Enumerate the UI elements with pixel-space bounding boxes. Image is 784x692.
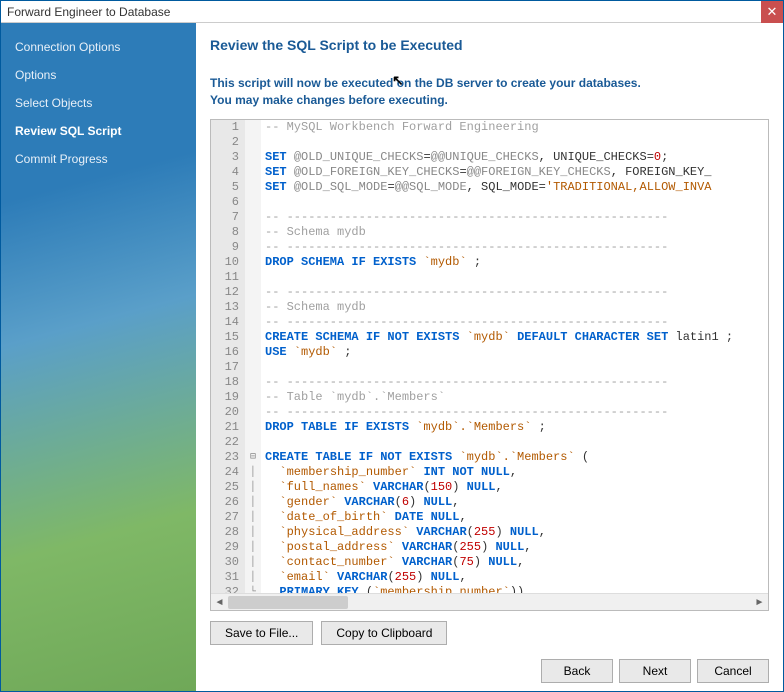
cancel-button[interactable]: Cancel: [697, 659, 769, 683]
code-line[interactable]: CREATE SCHEMA IF NOT EXISTS `mydb` DEFAU…: [265, 330, 768, 345]
scroll-track[interactable]: [228, 594, 751, 611]
subtext-line2: You may make changes before executing.: [210, 93, 448, 107]
code-line[interactable]: DROP SCHEMA IF EXISTS `mydb` ;: [265, 255, 768, 270]
code-line[interactable]: -- -------------------------------------…: [265, 210, 768, 225]
save-to-file-button[interactable]: Save to File...: [210, 621, 313, 645]
sidebar-item-select-objects[interactable]: Select Objects: [1, 89, 196, 117]
sidebar-item-commit-progress[interactable]: Commit Progress: [1, 145, 196, 173]
close-icon: ✕: [767, 4, 778, 20]
window-title: Forward Engineer to Database: [7, 5, 761, 19]
next-button[interactable]: Next: [619, 659, 691, 683]
code-line[interactable]: -- MySQL Workbench Forward Engineering: [265, 120, 768, 135]
code-line[interactable]: [265, 270, 768, 285]
code-line[interactable]: SET @OLD_UNIQUE_CHECKS=@@UNIQUE_CHECKS, …: [265, 150, 768, 165]
page-subtext: This script will now be executed on the …: [210, 75, 769, 109]
code-line[interactable]: [265, 435, 768, 450]
scroll-right-arrow[interactable]: ►: [751, 594, 768, 611]
editor-viewport[interactable]: 1234567891011121314151617181920212223242…: [211, 120, 768, 593]
code-line[interactable]: USE `mydb` ;: [265, 345, 768, 360]
fold-gutter[interactable]: ⊟││││││││└: [245, 120, 261, 593]
back-button[interactable]: Back: [541, 659, 613, 683]
copy-to-clipboard-button[interactable]: Copy to Clipboard: [321, 621, 447, 645]
titlebar: Forward Engineer to Database ✕: [1, 1, 783, 23]
wizard-body: Connection OptionsOptionsSelect ObjectsR…: [1, 23, 783, 691]
code-line[interactable]: -- -------------------------------------…: [265, 315, 768, 330]
cursor-icon: ↖: [392, 71, 404, 91]
code-line[interactable]: `membership_number` INT NOT NULL,: [265, 465, 768, 480]
code-line[interactable]: -- -------------------------------------…: [265, 375, 768, 390]
code-line[interactable]: PRIMARY KEY (`membership_number`)): [265, 585, 768, 593]
wizard-window: Forward Engineer to Database ✕ Connectio…: [0, 0, 784, 692]
action-row: Save to File... Copy to Clipboard: [210, 621, 769, 645]
code-line[interactable]: [265, 195, 768, 210]
code-line[interactable]: CREATE TABLE IF NOT EXISTS `mydb`.`Membe…: [265, 450, 768, 465]
sidebar-item-options[interactable]: Options: [1, 61, 196, 89]
subtext-line1: This script will now be executed on the …: [210, 76, 641, 90]
wizard-footer: Back Next Cancel: [210, 645, 769, 683]
code-line[interactable]: [265, 135, 768, 150]
sidebar: Connection OptionsOptionsSelect ObjectsR…: [1, 23, 196, 691]
sidebar-item-review-sql-script[interactable]: Review SQL Script: [1, 117, 196, 145]
code-line[interactable]: `contact_number` VARCHAR(75) NULL,: [265, 555, 768, 570]
code-line[interactable]: -- Schema mydb: [265, 300, 768, 315]
page-heading: Review the SQL Script to be Executed: [210, 37, 769, 53]
code-line[interactable]: `date_of_birth` DATE NULL,: [265, 510, 768, 525]
code-line[interactable]: DROP TABLE IF EXISTS `mydb`.`Members` ;: [265, 420, 768, 435]
close-button[interactable]: ✕: [761, 1, 783, 23]
sidebar-item-connection-options[interactable]: Connection Options: [1, 33, 196, 61]
code-line[interactable]: SET @OLD_SQL_MODE=@@SQL_MODE, SQL_MODE='…: [265, 180, 768, 195]
sql-editor[interactable]: 1234567891011121314151617181920212223242…: [210, 119, 769, 611]
scroll-thumb[interactable]: [228, 596, 348, 609]
code-line[interactable]: `postal_address` VARCHAR(255) NULL,: [265, 540, 768, 555]
code-line[interactable]: -- -------------------------------------…: [265, 240, 768, 255]
horizontal-scrollbar[interactable]: ◄ ►: [211, 593, 768, 610]
code-area[interactable]: -- MySQL Workbench Forward Engineering SE…: [261, 120, 768, 593]
code-line[interactable]: -- -------------------------------------…: [265, 405, 768, 420]
code-line[interactable]: SET @OLD_FOREIGN_KEY_CHECKS=@@FOREIGN_KE…: [265, 165, 768, 180]
code-line[interactable]: -- Schema mydb: [265, 225, 768, 240]
code-line[interactable]: `gender` VARCHAR(6) NULL,: [265, 495, 768, 510]
code-line[interactable]: `email` VARCHAR(255) NULL,: [265, 570, 768, 585]
code-line[interactable]: -- -------------------------------------…: [265, 285, 768, 300]
code-line[interactable]: [265, 360, 768, 375]
scroll-left-arrow[interactable]: ◄: [211, 594, 228, 611]
line-gutter: 1234567891011121314151617181920212223242…: [211, 120, 245, 593]
code-line[interactable]: `physical_address` VARCHAR(255) NULL,: [265, 525, 768, 540]
code-line[interactable]: -- Table `mydb`.`Members`: [265, 390, 768, 405]
code-line[interactable]: `full_names` VARCHAR(150) NULL,: [265, 480, 768, 495]
main-panel: Review the SQL Script to be Executed Thi…: [196, 23, 783, 691]
